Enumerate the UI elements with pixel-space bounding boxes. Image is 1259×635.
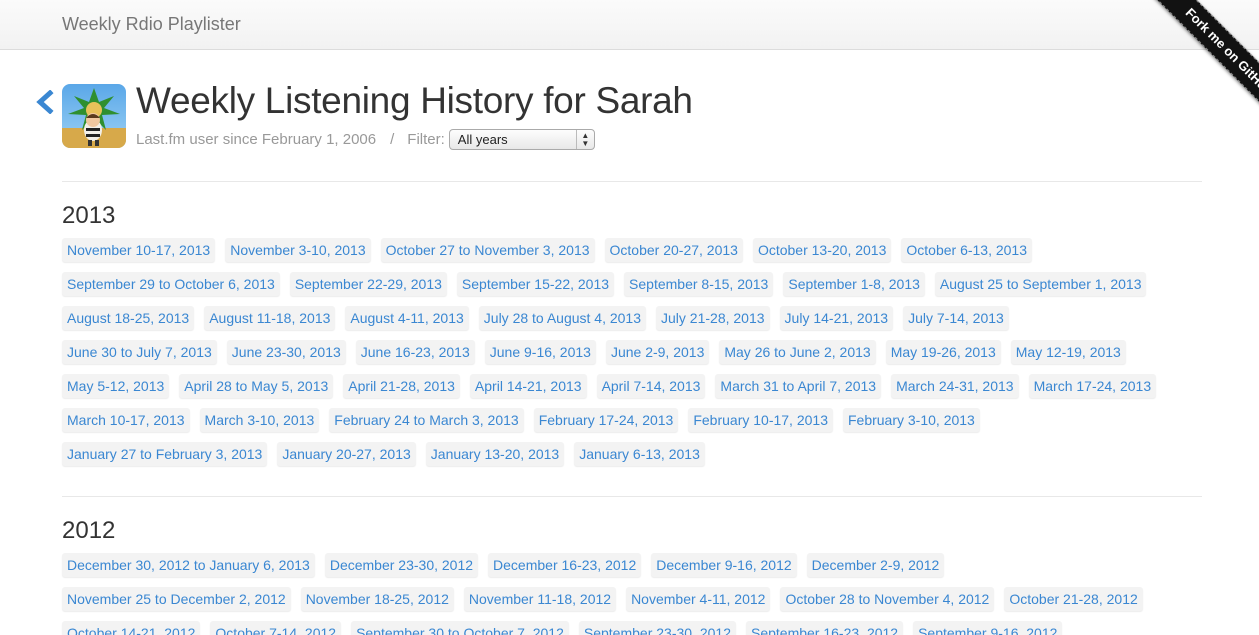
week-link[interactable]: November 18-25, 2012 bbox=[300, 587, 454, 611]
week-link[interactable]: October 7-14, 2012 bbox=[210, 621, 342, 635]
github-ribbon-container: Fork me on GitHub bbox=[1109, 0, 1259, 150]
page-title: Weekly Listening History for Sarah bbox=[136, 80, 693, 121]
week-link[interactable]: October 28 to November 4, 2012 bbox=[780, 587, 995, 611]
week-row: March 10-17, 2013 March 3-10, 2013 Februar… bbox=[62, 408, 1202, 442]
week-list-2013: November 10-17, 2013 November 3-10, 2013 O… bbox=[62, 238, 1202, 476]
week-link[interactable]: March 3-10, 2013 bbox=[199, 408, 320, 432]
week-link[interactable]: October 20-27, 2013 bbox=[604, 238, 743, 262]
chevron-left-icon[interactable] bbox=[34, 89, 56, 115]
week-link[interactable]: June 16-23, 2013 bbox=[355, 340, 475, 364]
week-link[interactable]: January 13-20, 2013 bbox=[425, 442, 565, 466]
week-link[interactable]: March 10-17, 2013 bbox=[62, 408, 190, 432]
week-link[interactable]: October 13-20, 2013 bbox=[752, 238, 892, 262]
week-list-2012: December 30, 2012 to January 6, 2013 Dece… bbox=[62, 553, 1202, 635]
week-link[interactable]: September 23-30, 2012 bbox=[578, 621, 736, 635]
week-link[interactable]: September 8-15, 2013 bbox=[624, 272, 774, 296]
week-link[interactable]: July 7-14, 2013 bbox=[903, 306, 1009, 330]
week-link[interactable]: October 27 to November 3, 2013 bbox=[380, 238, 595, 262]
filter-label: Filter: bbox=[407, 130, 445, 148]
week-link[interactable]: September 22-29, 2013 bbox=[289, 272, 447, 296]
week-link[interactable]: August 25 to September 1, 2013 bbox=[934, 272, 1147, 296]
week-link[interactable]: November 25 to December 2, 2012 bbox=[62, 587, 291, 611]
week-link[interactable]: January 6-13, 2013 bbox=[574, 442, 705, 466]
separator: / bbox=[390, 130, 395, 148]
week-link[interactable]: June 9-16, 2013 bbox=[484, 340, 596, 364]
week-link[interactable]: December 16-23, 2012 bbox=[488, 553, 642, 577]
week-link[interactable]: September 1-8, 2013 bbox=[783, 272, 925, 296]
year-filter-value: All years bbox=[457, 131, 508, 147]
week-row: January 27 to February 3, 2013 January 20… bbox=[62, 442, 1202, 476]
week-link[interactable]: February 10-17, 2013 bbox=[688, 408, 833, 432]
week-row: October 14-21, 2012 October 7-14, 2012 Sep… bbox=[62, 621, 1202, 635]
week-link[interactable]: May 5-12, 2013 bbox=[62, 374, 170, 398]
week-link[interactable]: May 26 to June 2, 2013 bbox=[719, 340, 876, 364]
week-row: June 30 to July 7, 2013 June 23-30, 2013 J… bbox=[62, 340, 1202, 374]
week-row: August 18-25, 2013 August 11-18, 2013 Augu… bbox=[62, 306, 1202, 340]
divider bbox=[62, 496, 1202, 497]
week-link[interactable]: August 11-18, 2013 bbox=[204, 306, 336, 330]
week-row: November 25 to December 2, 2012 November … bbox=[62, 587, 1202, 621]
week-link[interactable]: December 9-16, 2012 bbox=[651, 553, 797, 577]
avatar bbox=[62, 84, 126, 148]
week-link[interactable]: June 23-30, 2013 bbox=[226, 340, 346, 364]
user-info-line: Last.fm user since February 1, 2006 / Fi… bbox=[136, 128, 595, 150]
week-link[interactable]: June 2-9, 2013 bbox=[605, 340, 710, 364]
week-link[interactable]: March 24-31, 2013 bbox=[891, 374, 1019, 398]
week-link[interactable]: July 21-28, 2013 bbox=[656, 306, 770, 330]
week-link[interactable]: October 21-28, 2012 bbox=[1004, 587, 1143, 611]
week-link[interactable]: November 11-18, 2012 bbox=[463, 587, 617, 611]
week-link[interactable]: May 12-19, 2013 bbox=[1010, 340, 1126, 364]
fork-on-github-ribbon[interactable]: Fork me on GitHub bbox=[1141, 0, 1259, 140]
week-link[interactable]: February 3-10, 2013 bbox=[842, 408, 980, 432]
week-row: September 29 to October 6, 2013 September… bbox=[62, 272, 1202, 306]
week-row: November 10-17, 2013 November 3-10, 2013 O… bbox=[62, 238, 1202, 272]
week-link[interactable]: December 2-9, 2012 bbox=[806, 553, 945, 577]
week-row: December 30, 2012 to January 6, 2013 Dece… bbox=[62, 553, 1202, 587]
week-link[interactable]: November 10-17, 2013 bbox=[62, 238, 216, 262]
week-link[interactable]: April 21-28, 2013 bbox=[343, 374, 460, 398]
week-link[interactable]: August 4-11, 2013 bbox=[345, 306, 469, 330]
year-filter-select[interactable]: All years ▲ ▼ bbox=[448, 128, 595, 150]
brand-link[interactable]: Weekly Rdio Playlister bbox=[62, 14, 241, 35]
week-link[interactable]: July 14-21, 2013 bbox=[779, 306, 894, 330]
week-link[interactable]: November 3-10, 2013 bbox=[225, 238, 371, 262]
week-link[interactable]: August 18-25, 2013 bbox=[62, 306, 195, 330]
week-link[interactable]: September 15-22, 2013 bbox=[456, 272, 615, 296]
week-link[interactable]: January 20-27, 2013 bbox=[277, 442, 416, 466]
week-link[interactable]: May 19-26, 2013 bbox=[885, 340, 1001, 364]
navbar: Weekly Rdio Playlister bbox=[0, 0, 1259, 50]
week-link[interactable]: September 9-16, 2012 bbox=[913, 621, 1063, 635]
week-link[interactable]: December 30, 2012 to January 6, 2013 bbox=[62, 553, 315, 577]
year-heading-2013: 2013 bbox=[62, 202, 116, 229]
week-link[interactable]: June 30 to July 7, 2013 bbox=[62, 340, 217, 364]
week-link[interactable]: April 7-14, 2013 bbox=[596, 374, 706, 398]
week-link[interactable]: December 23-30, 2012 bbox=[324, 553, 479, 577]
select-arrows-icon: ▲ ▼ bbox=[575, 129, 594, 149]
week-link[interactable]: March 31 to April 7, 2013 bbox=[715, 374, 882, 398]
week-link[interactable]: April 14-21, 2013 bbox=[469, 374, 587, 398]
week-link[interactable]: November 4-11, 2012 bbox=[626, 587, 771, 611]
week-link[interactable]: January 27 to February 3, 2013 bbox=[62, 442, 268, 466]
divider bbox=[62, 181, 1202, 182]
week-link[interactable]: September 16-23, 2012 bbox=[745, 621, 904, 635]
week-link[interactable]: April 28 to May 5, 2013 bbox=[179, 374, 334, 398]
week-link[interactable]: September 29 to October 6, 2013 bbox=[62, 272, 280, 296]
week-link[interactable]: February 17-24, 2013 bbox=[533, 408, 679, 432]
week-link[interactable]: February 24 to March 3, 2013 bbox=[329, 408, 524, 432]
week-link[interactable]: October 14-21, 2012 bbox=[62, 621, 201, 635]
user-since-text: Last.fm user since February 1, 2006 bbox=[136, 130, 377, 148]
year-heading-2012: 2012 bbox=[62, 517, 116, 544]
week-link[interactable]: March 17-24, 2013 bbox=[1028, 374, 1157, 398]
week-link[interactable]: September 30 to October 7, 2012 bbox=[351, 621, 569, 635]
week-link[interactable]: October 6-13, 2013 bbox=[901, 238, 1033, 262]
week-link[interactable]: July 28 to August 4, 2013 bbox=[478, 306, 647, 330]
week-row: May 5-12, 2013 April 28 to May 5, 2013 Apr… bbox=[62, 374, 1202, 408]
